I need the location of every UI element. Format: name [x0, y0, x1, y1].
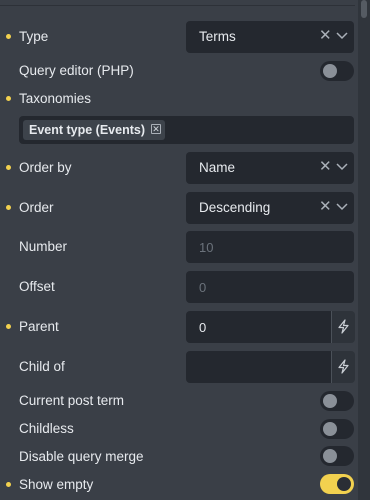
order-by-label: Order by	[19, 160, 72, 175]
modified-indicator	[6, 324, 11, 329]
offset-label: Offset	[19, 279, 55, 294]
scrollbar[interactable]	[358, 0, 370, 500]
parent-input[interactable]: 0	[186, 311, 331, 343]
divider	[0, 0, 355, 6]
parent-label: Parent	[19, 319, 59, 334]
disable-query-merge-toggle[interactable]	[320, 446, 354, 466]
remove-tag-icon[interactable]: ✕	[151, 124, 162, 134]
taxonomy-tag-label: Event type (Events)	[29, 123, 146, 137]
modified-indicator	[6, 96, 11, 101]
order-value: Descending	[199, 200, 271, 215]
show-empty-toggle[interactable]	[320, 474, 354, 494]
order-by-value: Name	[199, 160, 236, 175]
type-value: Terms	[199, 29, 236, 44]
child-of-label: Child of	[19, 359, 65, 374]
bolt-icon	[338, 319, 349, 334]
childless-toggle[interactable]	[320, 419, 354, 439]
query-editor-label: Query editor (PHP)	[19, 63, 134, 78]
modified-indicator	[6, 482, 11, 487]
chevron-down-icon[interactable]	[336, 203, 348, 211]
show-empty-label: Show empty	[19, 477, 94, 492]
offset-placeholder: 0	[199, 280, 207, 295]
close-icon[interactable]: ✕	[319, 28, 332, 44]
number-input[interactable]: 10	[186, 231, 354, 263]
taxonomy-tag: Event type (Events) ✕	[23, 120, 166, 140]
chevron-down-icon[interactable]	[336, 163, 348, 171]
offset-input[interactable]: 0	[186, 271, 354, 303]
current-post-term-toggle[interactable]	[320, 391, 354, 411]
order-select[interactable]: Descending ✕	[186, 192, 354, 224]
disable-query-merge-label: Disable query merge	[19, 449, 144, 464]
parent-value: 0	[199, 320, 207, 335]
modified-indicator	[6, 205, 11, 210]
order-by-select[interactable]: Name ✕	[186, 152, 354, 184]
close-icon[interactable]: ✕	[319, 199, 332, 215]
taxonomies-select[interactable]: Event type (Events) ✕	[19, 116, 354, 144]
query-editor-toggle[interactable]	[320, 61, 354, 81]
modified-indicator	[6, 165, 11, 170]
modified-indicator	[6, 34, 11, 39]
child-of-input[interactable]	[186, 351, 331, 383]
order-label: Order	[19, 200, 54, 215]
number-placeholder: 10	[199, 240, 214, 255]
bolt-icon	[338, 359, 349, 374]
close-icon[interactable]: ✕	[319, 159, 332, 175]
chevron-down-icon[interactable]	[336, 32, 348, 40]
type-label: Type	[19, 29, 49, 44]
type-select[interactable]: Terms ✕	[186, 21, 354, 53]
parent-dynamic-data-button[interactable]	[331, 311, 355, 343]
taxonomies-label: Taxonomies	[19, 91, 92, 106]
query-settings-panel: Type Terms ✕ Query editor (PHP) Taxonomi…	[0, 0, 370, 500]
scrollbar-thumb[interactable]	[361, 0, 367, 18]
child-of-dynamic-data-button[interactable]	[331, 351, 355, 383]
current-post-term-label: Current post term	[19, 393, 125, 408]
childless-label: Childless	[19, 421, 74, 436]
number-label: Number	[19, 239, 68, 254]
